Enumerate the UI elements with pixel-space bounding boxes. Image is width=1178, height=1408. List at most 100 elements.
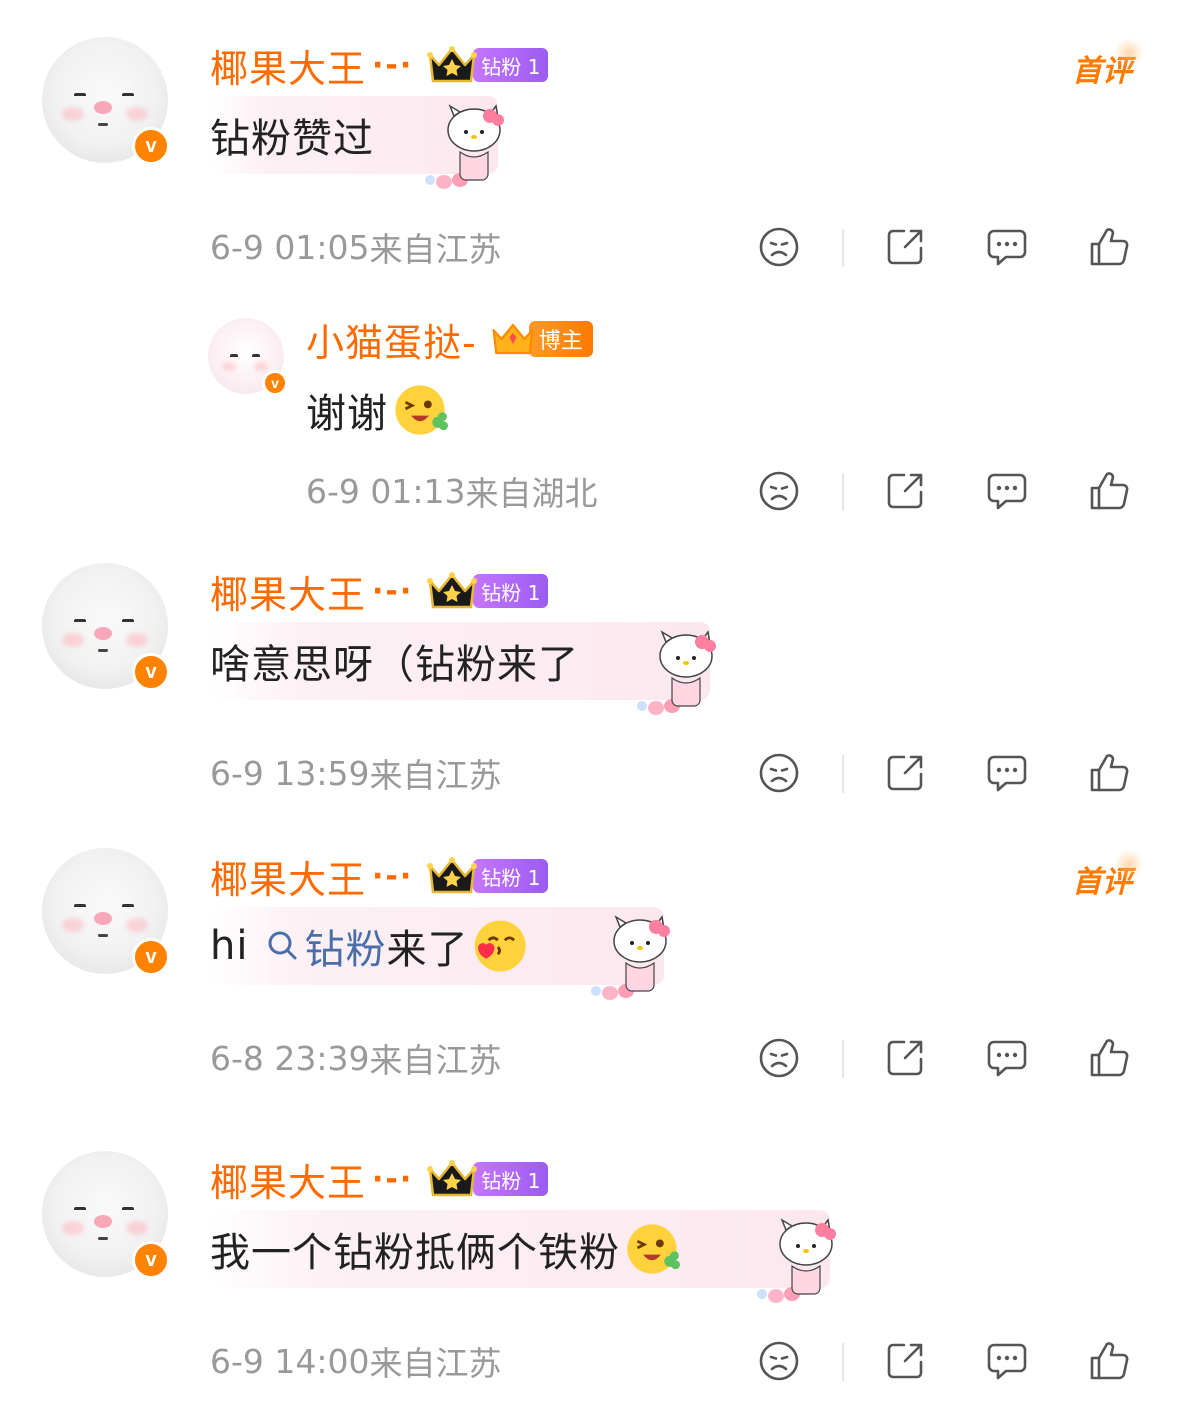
thumbs-up-icon xyxy=(1086,224,1132,270)
avatar-blush xyxy=(126,918,148,932)
avatar[interactable]: v xyxy=(42,37,170,165)
avatar-mouth xyxy=(98,123,108,126)
first-comment-tag: 首评 xyxy=(1072,38,1144,90)
avatar-blush xyxy=(62,107,84,121)
username[interactable]: 椰果大王 xyxy=(210,564,366,619)
avatar-blush xyxy=(254,362,268,371)
avatar-eye xyxy=(74,619,86,625)
avatar-eye xyxy=(230,354,238,360)
comment-bubble[interactable]: 钻粉赞过 xyxy=(210,96,498,174)
share-button[interactable] xyxy=(882,224,928,270)
first-comment-tag: 首评 xyxy=(1072,849,1144,901)
avatar[interactable]: v xyxy=(42,563,170,691)
avatar-eye xyxy=(74,904,86,910)
fan-level-badge[interactable]: 钻粉 1 xyxy=(473,48,549,82)
reply-button[interactable] xyxy=(984,224,1030,270)
username[interactable]: 椰果大王 xyxy=(210,849,366,904)
avatar-eye xyxy=(122,904,134,910)
comment-icon xyxy=(984,468,1030,514)
avatar[interactable]: v xyxy=(42,1151,170,1279)
crown-icon xyxy=(491,321,535,357)
comment-icon xyxy=(984,1035,1030,1081)
comment-location: 来自江苏 xyxy=(369,230,502,269)
avatar-eye xyxy=(252,354,260,360)
hello-kitty-bubble-decoration-icon xyxy=(632,628,716,718)
sad-face-icon xyxy=(756,1035,802,1081)
thumbs-up-icon xyxy=(1086,1338,1132,1384)
like-button[interactable] xyxy=(1086,224,1132,270)
username-suffix[interactable]: ·-· xyxy=(372,1162,413,1197)
avatar[interactable]: v xyxy=(208,318,288,396)
action-bar xyxy=(756,224,1136,274)
username[interactable]: 小猫蛋挞- xyxy=(306,312,477,367)
like-button[interactable] xyxy=(1086,1035,1132,1081)
divider xyxy=(842,1040,844,1078)
comment-time: 6-9 13:59 xyxy=(210,753,370,793)
fan-level-badge[interactable]: 钻粉 1 xyxy=(473,1162,549,1196)
comment-icon xyxy=(984,750,1030,796)
dislike-button[interactable] xyxy=(756,1338,802,1384)
crown-icon xyxy=(427,1159,477,1199)
like-button[interactable] xyxy=(1086,1338,1132,1384)
username[interactable]: 椰果大王 xyxy=(210,1152,366,1207)
share-button[interactable] xyxy=(882,1035,928,1081)
meta-row: 6-8 23:39 来自江苏 xyxy=(210,1033,502,1083)
crown-icon xyxy=(427,45,477,85)
divider xyxy=(842,473,844,511)
like-button[interactable] xyxy=(1086,750,1132,796)
name-row: 椰果大王 ·-· 钻粉 1 xyxy=(210,1152,549,1207)
avatar-eye xyxy=(122,619,134,625)
avatar-blush xyxy=(62,1221,84,1235)
comment-location: 来自江苏 xyxy=(369,1344,502,1383)
topic-search-link[interactable]: 钻粉 xyxy=(304,917,386,975)
comment-time: 6-9 01:05 xyxy=(210,227,370,267)
comment-bubble[interactable]: 啥意思呀（钻粉来了 xyxy=(210,622,710,700)
sad-face-icon xyxy=(756,1338,802,1384)
reply-content[interactable]: 谢谢 xyxy=(306,380,448,440)
reply-button[interactable] xyxy=(984,1035,1030,1081)
like-button[interactable] xyxy=(1086,468,1132,514)
avatar-nose xyxy=(94,1215,112,1228)
username-suffix[interactable]: ·-· xyxy=(372,48,413,83)
verified-v-icon: v xyxy=(132,1241,170,1279)
comment-icon xyxy=(984,1338,1030,1384)
share-button[interactable] xyxy=(882,750,928,796)
comment-bubble[interactable]: hi 钻粉 来了 xyxy=(210,907,664,985)
avatar-nose xyxy=(94,912,112,925)
name-row: 椰果大王 ·-· 钻粉 1 xyxy=(210,849,549,904)
blogger-badge[interactable]: 博主 xyxy=(528,321,593,357)
dislike-button[interactable] xyxy=(756,468,802,514)
name-row: 椰果大王 ·-· 钻粉 1 xyxy=(210,564,549,619)
kiss-emoji-icon xyxy=(470,917,528,975)
comment-time: 6-8 23:39 xyxy=(210,1038,370,1078)
username-suffix[interactable]: ·-· xyxy=(372,574,413,609)
share-button[interactable] xyxy=(882,468,928,514)
name-row: 椰果大王 ·-· 钻粉 1 xyxy=(210,38,549,93)
crown-icon xyxy=(427,571,477,611)
wink-clover-emoji-icon xyxy=(624,1221,680,1277)
share-button[interactable] xyxy=(882,1338,928,1384)
reply-button[interactable] xyxy=(984,468,1030,514)
username-suffix[interactable]: ·-· xyxy=(372,859,413,894)
fan-level-badge[interactable]: 钻粉 1 xyxy=(473,574,549,608)
avatar-blush xyxy=(126,107,148,121)
hello-kitty-bubble-decoration-icon xyxy=(420,102,504,192)
divider xyxy=(842,229,844,267)
reply-button[interactable] xyxy=(984,1338,1030,1384)
search-icon xyxy=(266,929,300,963)
thumbs-up-icon xyxy=(1086,468,1132,514)
avatar-mouth xyxy=(98,1237,108,1240)
avatar[interactable]: v xyxy=(42,848,170,976)
dislike-button[interactable] xyxy=(756,750,802,796)
thumbs-up-icon xyxy=(1086,1035,1132,1081)
avatar-blush xyxy=(126,633,148,647)
comment-text: 钻粉赞过 xyxy=(210,116,374,162)
comment-bubble[interactable]: 我一个钻粉抵俩个铁粉 xyxy=(210,1210,830,1288)
dislike-button[interactable] xyxy=(756,1035,802,1081)
comment-location: 来自江苏 xyxy=(369,1041,502,1080)
username[interactable]: 椰果大王 xyxy=(210,38,366,93)
name-row: 小猫蛋挞- 博主 xyxy=(306,312,593,367)
reply-button[interactable] xyxy=(984,750,1030,796)
fan-level-badge[interactable]: 钻粉 1 xyxy=(473,859,549,893)
dislike-button[interactable] xyxy=(756,224,802,270)
